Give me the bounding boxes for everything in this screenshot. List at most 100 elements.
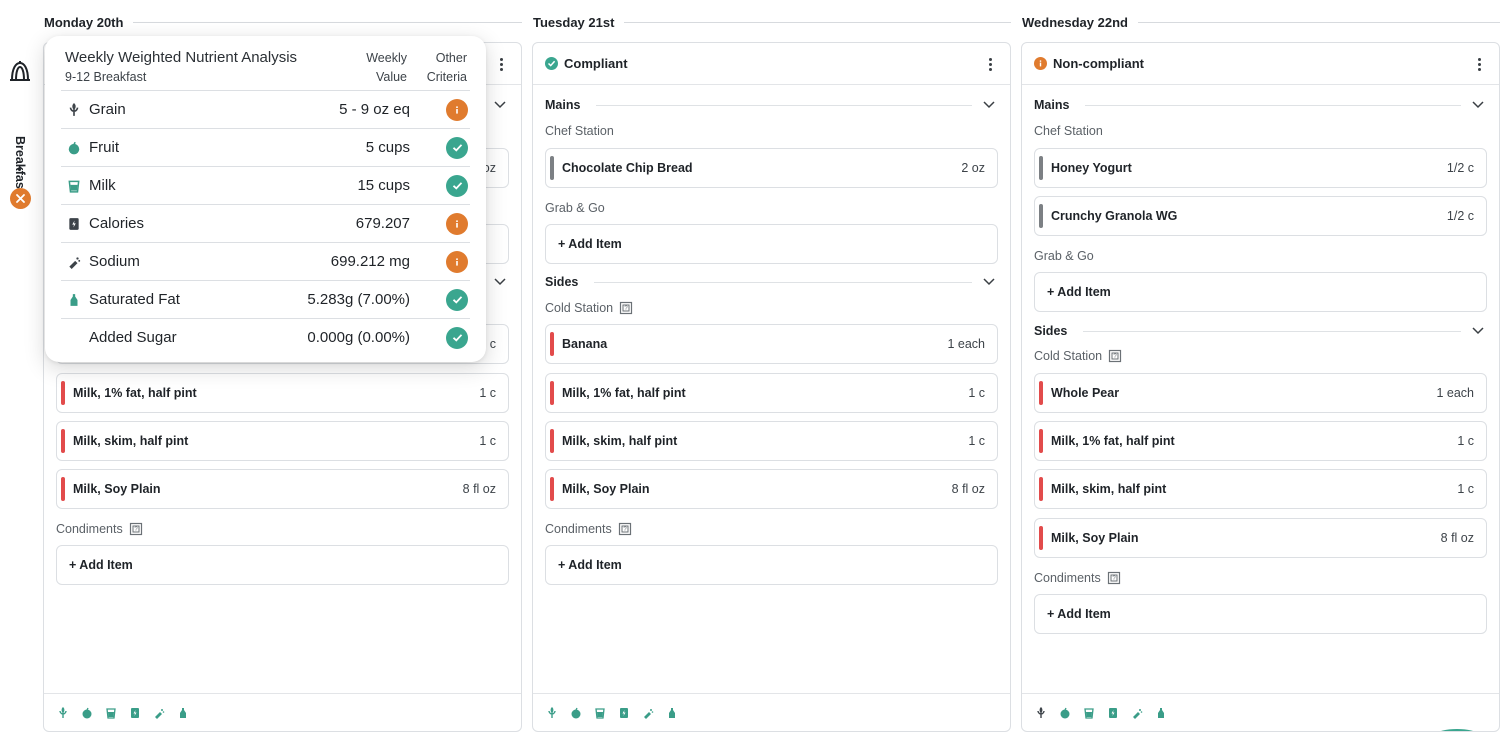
check-circle-icon[interactable] <box>446 288 468 311</box>
calories-icon[interactable] <box>128 706 142 720</box>
fruit-icon[interactable] <box>1058 706 1072 720</box>
nutrient-icons-footer <box>533 693 1010 731</box>
add-item-button[interactable]: + Add Item <box>545 224 998 264</box>
section-title: Sides <box>545 275 579 289</box>
sodium-icon[interactable] <box>1130 706 1144 720</box>
menu-item-card[interactable]: Whole Pear 1 each <box>1034 373 1487 413</box>
check-circle-icon[interactable] <box>446 326 468 349</box>
compliance-status[interactable]: Non-compliant <box>1034 56 1144 71</box>
menu-item-card[interactable]: Milk, Soy Plain 8 fl oz <box>1034 518 1487 558</box>
floating-action-edge[interactable] <box>1437 729 1477 731</box>
grain-icon[interactable] <box>1034 706 1048 720</box>
column-header-other-criteria: Other Criteria <box>426 51 467 84</box>
nutrient-row-sodium: Sodium 699.212 mg <box>61 242 470 280</box>
section-header-mains: Mains <box>545 95 998 115</box>
menu-item-card[interactable]: Milk, 1% fat, half pint 1 c <box>545 373 998 413</box>
sodium-icon[interactable] <box>152 706 166 720</box>
calories-icon[interactable] <box>1106 706 1120 720</box>
fruit-icon[interactable] <box>80 706 94 720</box>
add-item-button[interactable]: + Add Item <box>1034 594 1487 634</box>
milk-icon[interactable] <box>104 706 118 720</box>
chevron-down-icon[interactable] <box>1469 322 1487 340</box>
menu-item-card[interactable]: Milk, 1% fat, half pint 1 c <box>56 373 509 413</box>
station-cold: Cold Station? <box>1034 347 1122 365</box>
notes-icon[interactable]: ? <box>618 522 632 536</box>
notes-icon[interactable]: ? <box>1107 571 1121 585</box>
sodium-icon <box>63 251 85 273</box>
station-chef: Chef Station <box>545 124 614 138</box>
chevron-down-icon[interactable] <box>1469 96 1487 114</box>
item-qty: 8 fl oz <box>462 482 496 496</box>
sodium-icon[interactable] <box>641 706 655 720</box>
add-item-button[interactable]: + Add Item <box>545 545 998 585</box>
notes-icon[interactable]: ? <box>129 522 143 536</box>
station-condiments: Condiments? <box>56 520 143 538</box>
item-qty: 8 fl oz <box>1440 531 1474 545</box>
item-name: Milk, Soy Plain <box>562 482 650 496</box>
compliance-status[interactable]: Compliant <box>545 56 628 71</box>
menu-item-card[interactable]: Banana 1 each <box>545 324 998 364</box>
item-name: Banana <box>562 337 608 351</box>
item-name: Milk, 1% fat, half pint <box>73 386 197 400</box>
station-grab-go: Grab & Go <box>545 201 605 215</box>
menu-item-card[interactable]: Milk, Soy Plain 8 fl oz <box>545 469 998 509</box>
fruit-icon[interactable] <box>569 706 583 720</box>
item-name: Honey Yogurt <box>1051 161 1132 175</box>
info-warning-icon[interactable] <box>446 98 468 121</box>
more-options-button[interactable] <box>495 55 507 73</box>
menu-item-card[interactable]: Milk, skim, half pint 1 c <box>56 421 509 461</box>
menu-item-card[interactable]: Milk, skim, half pint 1 c <box>545 421 998 461</box>
fruit-icon <box>63 137 85 159</box>
milk-icon <box>63 175 85 197</box>
info-warning-icon <box>1034 57 1047 70</box>
nutrient-value: 699.212 mg <box>330 253 410 270</box>
section-header-sides: Sides <box>1034 321 1487 341</box>
item-name: Milk, skim, half pint <box>73 434 189 448</box>
chevron-down-icon[interactable] <box>980 273 998 291</box>
nutrient-value: 0.000g (0.00%) <box>307 329 410 346</box>
more-options-button[interactable] <box>1473 55 1485 73</box>
chevron-down-icon[interactable] <box>980 96 998 114</box>
station-grab-go: Grab & Go <box>1034 249 1094 263</box>
notes-icon[interactable]: ? <box>1108 349 1122 363</box>
item-qty: 1 c <box>1457 434 1474 448</box>
menu-item-card[interactable]: Crunchy Granola WG 1/2 c <box>1034 196 1487 236</box>
rail-noncompliant-icon[interactable] <box>10 188 31 209</box>
section-header-mains: Mains <box>1034 95 1487 115</box>
milk-icon[interactable] <box>1082 706 1096 720</box>
menu-item-card[interactable]: Chocolate Chip Bread 2 oz <box>545 148 998 188</box>
grain-icon[interactable] <box>545 706 559 720</box>
saturated-fat-icon[interactable] <box>176 706 190 720</box>
day-title: Monday 20th <box>44 14 124 30</box>
menu-item-card[interactable]: Milk, Soy Plain 8 fl oz <box>56 469 509 509</box>
menu-item-card[interactable]: Milk, skim, half pint 1 c <box>1034 469 1487 509</box>
nutrient-row-fruit: Fruit 5 cups <box>61 128 470 166</box>
item-qty: 1 each <box>947 337 985 351</box>
day-title: Wednesday 22nd <box>1022 14 1128 30</box>
calories-icon[interactable] <box>617 706 631 720</box>
chevron-down-icon[interactable] <box>491 96 509 114</box>
notes-icon[interactable]: ? <box>619 301 633 315</box>
nutrient-icons-footer <box>1022 693 1499 731</box>
check-circle-icon[interactable] <box>446 174 468 197</box>
nutrient-analysis-popover: Weekly Weighted Nutrient Analysis 9-12 B… <box>45 36 486 362</box>
info-warning-icon[interactable] <box>446 212 468 235</box>
section-title: Mains <box>545 98 581 112</box>
check-circle-icon[interactable] <box>446 136 468 159</box>
chevron-down-icon[interactable] <box>491 273 509 291</box>
item-qty: 1 each <box>1436 386 1474 400</box>
menu-item-card[interactable]: Honey Yogurt 1/2 c <box>1034 148 1487 188</box>
grain-icon[interactable] <box>56 706 70 720</box>
saturated-fat-icon[interactable] <box>665 706 679 720</box>
section-title: Sides <box>1034 324 1068 338</box>
add-item-button[interactable]: + Add Item <box>56 545 509 585</box>
info-warning-icon[interactable] <box>446 250 468 273</box>
milk-icon[interactable] <box>593 706 607 720</box>
menu-item-card[interactable]: Milk, 1% fat, half pint 1 c <box>1034 421 1487 461</box>
meal-rail: Breakfast <box>0 40 40 738</box>
add-item-button[interactable]: + Add Item <box>1034 272 1487 312</box>
more-options-button[interactable] <box>984 55 996 73</box>
day-title: Tuesday 21st <box>533 14 615 30</box>
saturated-fat-icon[interactable] <box>1154 706 1168 720</box>
day-column-wednesday: Non-compliant Mains Chef Station Honey Y… <box>1021 42 1500 732</box>
